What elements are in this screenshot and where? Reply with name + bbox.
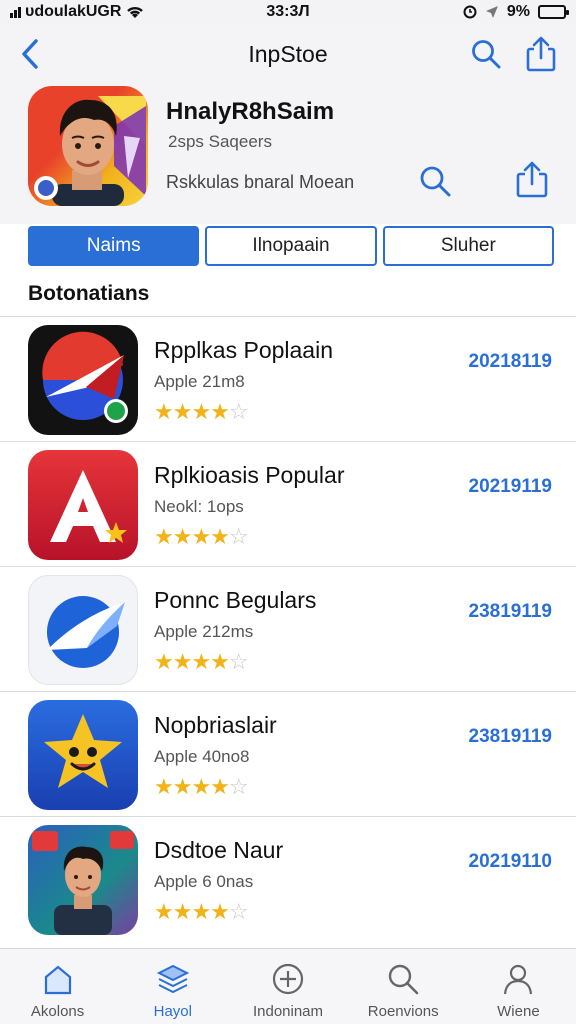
app-value: 20219119 bbox=[468, 476, 553, 497]
segmented-control: Naims Ilnopaain Sluher bbox=[28, 226, 554, 266]
list-item[interactable]: Rpplkas Poplaain Apple 21m8 ★★★★☆ 202181… bbox=[0, 316, 576, 441]
list-item[interactable]: Rplkioasis Popular Neokl: 1ops ★★★★☆ 202… bbox=[0, 441, 576, 566]
app-value: 20218119 bbox=[468, 351, 553, 372]
home-icon bbox=[44, 965, 71, 995]
status-bar: ᴜdoulakUGR 33:3Л 9% bbox=[0, 0, 576, 24]
star-face-icon bbox=[44, 714, 122, 788]
star-rating: ★★★★☆ bbox=[154, 524, 249, 549]
segment-2[interactable]: Sluher bbox=[382, 226, 554, 266]
tab-label: Hayol bbox=[153, 1003, 192, 1020]
app-subtitle: Apple 212ms bbox=[154, 622, 254, 641]
star-rating: ★★★★☆ bbox=[154, 899, 249, 924]
app-icon bbox=[28, 575, 138, 685]
search-icon bbox=[389, 964, 419, 995]
star-rating: ★★★★☆ bbox=[154, 774, 249, 799]
app-subtitle: Apple 21m8 bbox=[154, 372, 245, 391]
segment-0[interactable]: Naims bbox=[28, 226, 200, 266]
app-name: Rpplkas Poplaain bbox=[154, 337, 334, 363]
section-title: Botonatians bbox=[28, 282, 150, 305]
app-value: 23819119 bbox=[468, 601, 553, 622]
app-name: HnalyR8hSaim bbox=[166, 98, 335, 125]
plus-circle-icon bbox=[272, 963, 304, 995]
app-value: 20219110 bbox=[468, 851, 553, 872]
nav-bar: InpStoe bbox=[0, 24, 576, 84]
list-item[interactable]: Dsdtoe Naur Apple 6 0nas ★★★★☆ 20219110 bbox=[0, 816, 576, 941]
stack-icon bbox=[156, 964, 190, 994]
app-subtitle: 2sps Saqeers bbox=[168, 132, 272, 151]
app-name: Rplkioasis Popular bbox=[154, 462, 345, 488]
avatar-illustration bbox=[34, 96, 146, 206]
letter-a-icon bbox=[50, 470, 127, 543]
share-icon bbox=[516, 161, 548, 198]
app-icon bbox=[28, 86, 148, 206]
tab-3[interactable]: Roenvions bbox=[346, 949, 461, 1024]
app-name: Dsdtoe Naur bbox=[154, 837, 284, 863]
tab-4[interactable]: Wiene bbox=[461, 949, 576, 1024]
list-item[interactable]: Nopbriaslair Apple 40no8 ★★★★☆ 23819119 bbox=[0, 691, 576, 816]
tab-label: Indoninam bbox=[252, 1003, 324, 1020]
app-icon bbox=[28, 825, 138, 935]
app-name: Ponnc Begulars bbox=[154, 587, 317, 613]
arrow-globe-icon bbox=[42, 331, 128, 423]
app-icon bbox=[28, 700, 138, 810]
star-rating: ★★★★☆ bbox=[154, 649, 249, 674]
app-name: Nopbriaslair bbox=[154, 712, 277, 738]
list-item[interactable]: Ponnc Begulars Apple 212ms ★★★★☆ 2381911… bbox=[0, 566, 576, 691]
app-subtitle: Apple 6 0nas bbox=[154, 872, 254, 891]
app-developer[interactable]: Rskkulas bnaral Moean bbox=[166, 172, 354, 193]
tab-label: Akolons bbox=[30, 1003, 85, 1020]
app-icon bbox=[28, 325, 138, 435]
search-icon bbox=[420, 166, 451, 197]
segment-1[interactable]: Ilnopaain bbox=[205, 226, 377, 266]
tab-0[interactable]: Akolons bbox=[0, 949, 115, 1024]
nav-search-button[interactable] bbox=[470, 38, 502, 70]
tab-1[interactable]: Hayol bbox=[115, 949, 230, 1024]
tab-2[interactable]: Indoninam bbox=[230, 949, 345, 1024]
app-icon bbox=[28, 450, 138, 560]
tab-label: Roenvions bbox=[367, 1003, 439, 1020]
header-area: InpStoe HnalyR8hSaim 2sps Saqeers Rskkul… bbox=[0, 24, 576, 224]
nav-share-button[interactable] bbox=[524, 36, 558, 72]
person-portrait-icon bbox=[32, 831, 134, 935]
star-rating: ★★★★☆ bbox=[154, 399, 249, 424]
app-subtitle: Neokl: 1ops bbox=[154, 497, 244, 516]
swoosh-icon bbox=[47, 596, 125, 668]
app-subtitle: Apple 40no8 bbox=[154, 747, 250, 766]
header-search-button[interactable] bbox=[418, 164, 452, 198]
tab-label: Wiene bbox=[497, 1003, 540, 1020]
battery-icon bbox=[538, 5, 569, 19]
search-icon bbox=[472, 40, 501, 69]
tab-bar: Akolons Hayol Indoninam Roenvions Wiene bbox=[0, 948, 576, 1024]
person-icon bbox=[504, 964, 533, 995]
app-list: Rpplkas Poplaain Apple 21m8 ★★★★☆ 202181… bbox=[0, 316, 576, 941]
app-value: 23819119 bbox=[468, 726, 553, 747]
header-share-button[interactable] bbox=[514, 160, 550, 198]
share-icon bbox=[526, 36, 556, 72]
status-time: 33:3Л bbox=[266, 3, 310, 20]
